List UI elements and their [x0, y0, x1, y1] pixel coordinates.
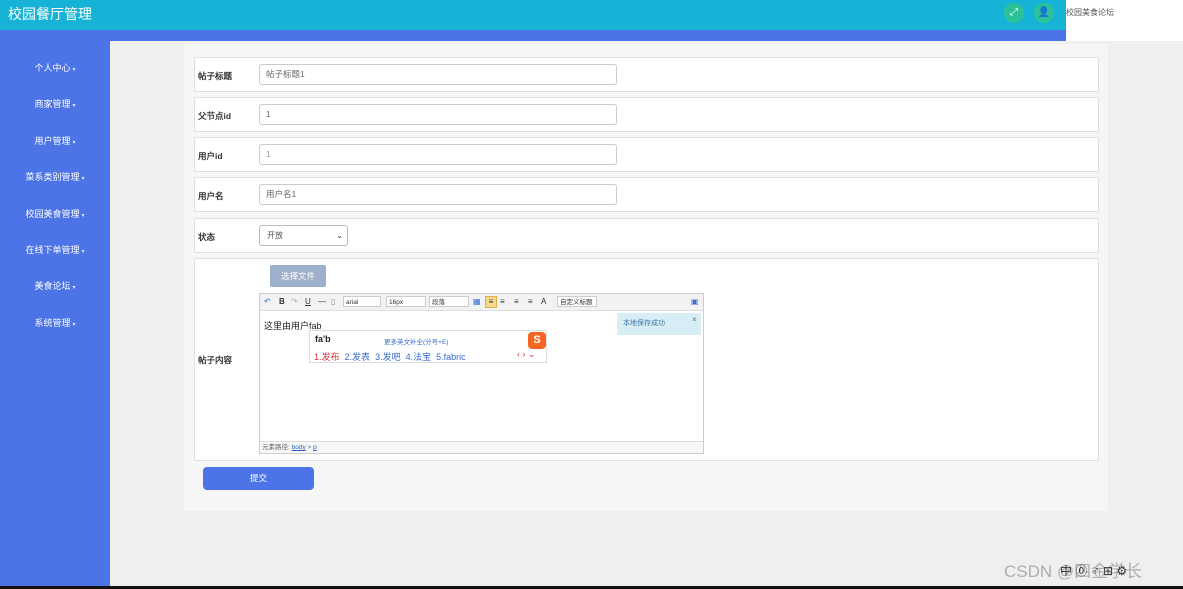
ime-candidate[interactable]: 3.发吧 — [375, 352, 401, 362]
editor-toolbar: ↶ B ↷ U — ▯ arial 16px 段落 ▦ ≡ ≡ ≡ ≡ A 自定… — [260, 294, 703, 311]
ime-tray-icons: 中 ⓪ ♂ ⊞ ⚙ — [1060, 564, 1128, 578]
sidebar: 个人中心 ▾ 商家管理 ▾ 用户管理 ▾ 菜系类别管理 ▾ 校园美食管理 ▾ 在线下单管理… — [0, 41, 110, 589]
sidebar-item-label: 在线下单管理 — [25, 245, 80, 255]
chevron-down-icon: ▾ — [81, 176, 85, 182]
sidebar-item-label: 商家管理 — [34, 99, 71, 109]
sidebar-item-cuisine-category[interactable]: 菜系类别管理 ▾ — [0, 170, 110, 183]
status-label: 状态 — [198, 232, 216, 242]
align-center-icon[interactable]: ≡ — [500, 296, 505, 308]
sidebar-item-merchant-management[interactable]: 商家管理 ▾ — [0, 97, 110, 110]
path-separator: > — [307, 444, 312, 451]
form-row-title: 帖子标题 帖子标题1 — [194, 57, 1099, 92]
content-label: 帖子内容 — [198, 355, 233, 365]
ime-candidate-list: 1.发布 2.发表 3.发吧 4.法宝 5.fabric — [314, 350, 466, 363]
align-justify-icon[interactable]: ≡ — [528, 296, 533, 308]
forum-link[interactable]: 校园美食论坛 — [1066, 7, 1114, 18]
undo-icon[interactable]: ↶ — [264, 296, 271, 308]
align-left-icon[interactable]: ≡ — [485, 296, 497, 308]
parent-id-label: 父节点id — [198, 111, 232, 121]
sidebar-item-label: 个人中心 — [34, 63, 71, 73]
sidebar-item-label: 菜系类别管理 — [25, 172, 80, 182]
sidebar-item-online-orders[interactable]: 在线下单管理 ▾ — [0, 243, 110, 256]
chevron-down-icon: ▾ — [72, 67, 76, 73]
format-brush-icon[interactable]: ▯ — [331, 296, 335, 308]
parent-id-input[interactable]: 1 — [259, 104, 617, 125]
paragraph-select[interactable]: 段落 — [429, 296, 469, 307]
chevron-down-icon: ▾ — [72, 140, 76, 146]
ime-candidate[interactable]: 1.发布 — [314, 352, 340, 362]
table-icon[interactable]: ▦ — [473, 296, 481, 308]
status-select-value: 开放 — [267, 231, 283, 240]
fullscreen-icon[interactable]: ⤢ — [1004, 3, 1024, 23]
chevron-down-icon: ▾ — [72, 285, 76, 291]
sidebar-item-campus-food[interactable]: 校园美食管理 ▾ — [0, 207, 110, 220]
path-body-link[interactable]: body — [292, 444, 306, 451]
underline-icon[interactable]: U — [305, 296, 311, 308]
sidebar-item-system-management[interactable]: 系统管理 ▾ — [0, 316, 110, 329]
app-title: 校园餐厅管理 — [8, 6, 92, 22]
user-id-label: 用户id — [198, 151, 223, 161]
username-input[interactable]: 用户名1 — [259, 184, 617, 205]
username-label: 用户名 — [198, 191, 224, 201]
chevron-down-icon: ▾ — [81, 213, 85, 219]
autosave-notice: 本地保存成功 — [617, 313, 701, 335]
align-right-icon[interactable]: ≡ — [514, 296, 519, 308]
form-row-user-id: 用户id 1 — [194, 137, 1099, 172]
sidebar-item-personal-center[interactable]: 个人中心 ▾ — [0, 61, 110, 74]
font-size-select[interactable]: 16px — [386, 296, 426, 307]
editor-text-prefix: 这里由用户 — [264, 321, 310, 331]
ime-page-arrows-icon[interactable]: ‹ › ⌄ — [517, 349, 536, 360]
sidebar-item-label: 系统管理 — [34, 318, 71, 328]
ime-hint[interactable]: 更多英文补全(分号+E) — [384, 336, 448, 346]
top-header-bar: 校园餐厅管理 — [0, 0, 1066, 30]
close-icon[interactable]: × — [692, 315, 697, 324]
title-input[interactable]: 帖子标题1 — [259, 64, 617, 85]
ime-input-text: fa'b — [315, 334, 331, 344]
header-strip — [0, 30, 1066, 41]
status-select[interactable]: 开放 ⌄ — [259, 225, 348, 246]
ime-candidate[interactable]: 4.法宝 — [406, 352, 432, 362]
title-label: 帖子标题 — [198, 71, 233, 81]
chevron-down-icon: ▾ — [72, 103, 76, 109]
element-path-label: 元素路径: — [262, 444, 290, 451]
fullscreen-editor-icon[interactable]: ▣ — [691, 296, 699, 308]
sidebar-item-user-management[interactable]: 用户管理 ▾ — [0, 134, 110, 147]
choose-file-button[interactable]: 选择文件 — [270, 265, 326, 287]
ime-candidate[interactable]: 5.fabric — [436, 352, 466, 362]
ime-candidate[interactable]: 2.发表 — [345, 352, 371, 362]
sogou-logo-icon: S — [528, 332, 546, 349]
path-p-link[interactable]: p — [313, 444, 317, 451]
sidebar-item-food-forum[interactable]: 美食论坛 ▾ — [0, 279, 110, 292]
chevron-down-icon: ⌄ — [336, 231, 343, 240]
sidebar-item-label: 美食论坛 — [34, 281, 71, 291]
font-family-select[interactable]: arial — [343, 296, 381, 307]
form-row-status: 状态 开放 ⌄ — [194, 218, 1099, 253]
sidebar-item-label: 校园美食管理 — [25, 209, 80, 219]
submit-button[interactable]: 提交 — [203, 467, 314, 490]
user-icon[interactable]: 👤 — [1034, 3, 1054, 23]
horizontal-rule-icon[interactable]: — — [318, 296, 326, 308]
bold-icon[interactable]: B — [279, 296, 285, 308]
sidebar-item-label: 用户管理 — [34, 136, 71, 146]
form-row-username: 用户名 用户名1 — [194, 177, 1099, 212]
redo-icon[interactable]: ↷ — [291, 296, 298, 308]
user-id-input[interactable]: 1 — [259, 144, 617, 165]
chevron-down-icon: ▾ — [81, 249, 85, 255]
element-path-bar: 元素路径: body > p — [260, 441, 703, 453]
font-color-icon[interactable]: A — [541, 296, 546, 308]
custom-title-select[interactable]: 自定义标题 — [557, 296, 597, 307]
form-row-parent-id: 父节点id 1 — [194, 97, 1099, 132]
chevron-down-icon: ▾ — [72, 322, 76, 328]
ime-candidate-popup: fa'b 更多英文补全(分号+E) S 1.发布 2.发表 3.发吧 4.法宝 … — [309, 330, 547, 363]
